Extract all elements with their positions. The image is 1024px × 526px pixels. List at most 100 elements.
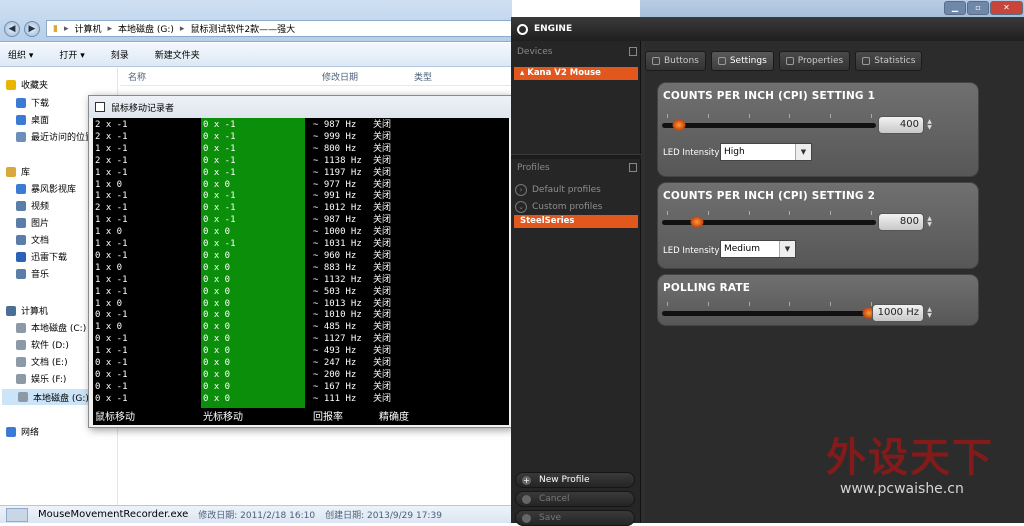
polling-value[interactable]: 1000 Hz xyxy=(872,304,924,322)
column-modified[interactable]: 修改日期 xyxy=(322,70,358,83)
nav-item-label: 收藏夹 xyxy=(21,81,49,91)
nav-item[interactable]: 文档 (E:) xyxy=(16,355,68,368)
column-name[interactable]: 名称 xyxy=(128,70,146,83)
open-button[interactable]: 打开 ▾ xyxy=(59,48,84,61)
nav-item[interactable]: 音乐 xyxy=(16,267,49,280)
precision-cell: 关闭 xyxy=(373,215,392,226)
recorder-titlebar[interactable]: 鼠标移动记录者 xyxy=(89,96,511,118)
precision-cell: 关闭 xyxy=(373,393,392,404)
profile-group-custom[interactable]: ⌄ Custom profiles xyxy=(515,201,602,213)
nav-item[interactable]: 最近访问的位置 xyxy=(16,130,94,143)
pin-icon[interactable] xyxy=(629,163,637,172)
nav-item[interactable]: 图片 xyxy=(16,216,49,229)
mouse-move-cell: 1 x 0 xyxy=(95,322,123,333)
report-rate-cell: ~ 1197 Hz xyxy=(313,167,362,178)
computer-icon xyxy=(6,305,16,316)
recorder-row: 0 x -1 0 x 0 ~ 200 Hz 关闭 xyxy=(93,370,509,381)
burn-button[interactable]: 刻录 xyxy=(111,48,129,61)
cpi2-spinner-icon[interactable]: ▲ ▼ xyxy=(926,216,933,228)
cpi2-value[interactable]: 800 xyxy=(878,213,924,231)
forward-button[interactable]: ▶ xyxy=(24,21,40,37)
new-folder-button[interactable]: 新建文件夹 xyxy=(155,48,200,61)
polling-spinner-icon[interactable]: ▲ ▼ xyxy=(926,307,933,319)
cpi1-value[interactable]: 400 xyxy=(878,116,924,134)
new-profile-button[interactable]: + New Profile xyxy=(515,472,635,488)
nav-item[interactable]: 视频 xyxy=(16,199,49,212)
nav-item[interactable]: 网络 xyxy=(6,425,39,438)
cancel-button[interactable]: Cancel xyxy=(515,491,635,507)
nav-item[interactable]: 下载 xyxy=(16,96,49,109)
chevron-right-icon: › xyxy=(515,184,527,196)
cpi2-slider[interactable] xyxy=(662,211,876,228)
nav-item[interactable]: 本地磁盘 (C:) xyxy=(16,321,86,334)
nav-item[interactable]: 软件 (D:) xyxy=(16,338,69,351)
breadcrumb-item[interactable]: 本地磁盘 (G:) xyxy=(118,22,174,35)
nav-item[interactable]: 娱乐 (F:) xyxy=(16,372,66,385)
organize-button[interactable]: 组织 ▾ xyxy=(8,48,33,61)
precision-cell: 关闭 xyxy=(373,381,392,392)
cursor-move-cell: 0 x 0 xyxy=(203,381,231,392)
cursor-move-cell: 0 x 0 xyxy=(203,262,231,273)
video-icon xyxy=(16,200,26,211)
minimize-button[interactable]: ▁ xyxy=(944,1,966,15)
pin-icon[interactable] xyxy=(629,47,637,56)
device-label: Kana V2 Mouse xyxy=(527,68,601,78)
device-item[interactable]: ▴ Kana V2 Mouse xyxy=(514,67,638,80)
slider-tick xyxy=(830,114,831,118)
cpi1-slider[interactable] xyxy=(662,114,876,131)
precision-cell: 关闭 xyxy=(373,239,392,249)
cursor-move-cell: 0 x 0 xyxy=(203,286,231,297)
mouse-move-cell: 1 x -1 xyxy=(95,143,128,154)
chevron-down-icon: ⌄ xyxy=(515,201,527,213)
tab-label: Settings xyxy=(729,56,767,66)
engine-tabs: Buttons Settings Properties Statistics xyxy=(645,51,923,71)
tab-buttons[interactable]: Buttons xyxy=(645,51,706,71)
mouse-move-cell: 0 x -1 xyxy=(95,381,128,392)
nav-item[interactable]: 桌面 xyxy=(16,113,49,126)
report-rate-cell: ~ 200 Hz xyxy=(313,369,357,380)
profile-group-default[interactable]: › Default profiles xyxy=(515,184,601,196)
tab-properties[interactable]: Properties xyxy=(778,51,851,71)
nav-item-label: 图片 xyxy=(31,219,50,229)
close-button[interactable]: ✕ xyxy=(990,1,1023,15)
nav-item[interactable]: 迅雷下载 xyxy=(16,250,67,263)
save-button[interactable]: Save xyxy=(515,510,635,526)
nav-item[interactable]: 文档 xyxy=(16,233,49,246)
cpi1-slider-knob[interactable] xyxy=(672,119,686,131)
breadcrumb-item[interactable]: 鼠标测试软件2款——强大 xyxy=(190,22,295,35)
slider-tick xyxy=(789,114,790,118)
tab-label: Properties xyxy=(797,56,844,66)
tab-settings[interactable]: Settings xyxy=(710,51,774,71)
breadcrumb[interactable]: ▮ ▸ 计算机 ▸ 本地磁盘 (G:) ▸ 鼠标测试软件2款——强大 xyxy=(46,20,512,37)
column-type[interactable]: 类型 xyxy=(414,70,432,83)
breadcrumb-item[interactable]: 计算机 xyxy=(74,22,101,35)
nav-item[interactable]: 库 xyxy=(6,165,30,178)
back-button[interactable]: ◀ xyxy=(4,21,20,37)
nav-item[interactable]: 暴风影视库 xyxy=(16,182,76,195)
desktop-icon xyxy=(16,114,26,125)
precision-cell: 关闭 xyxy=(373,203,392,214)
slider-tick xyxy=(789,302,790,306)
nav-item-label: 软件 (D:) xyxy=(31,341,69,351)
report-rate-cell: ~ 485 Hz xyxy=(313,322,357,333)
profiles-label: Profiles xyxy=(517,163,550,173)
chevron-down-icon: ▼ xyxy=(779,241,795,257)
cpi1-spinner-icon[interactable]: ▲ ▼ xyxy=(926,119,933,131)
polling-slider[interactable] xyxy=(662,302,876,319)
star-icon xyxy=(6,79,16,90)
nav-item[interactable]: 计算机 xyxy=(6,304,48,317)
engine-titlebar[interactable]: ENGINE xyxy=(511,17,1024,41)
footer-mouse-move: 鼠标移动 xyxy=(95,412,135,423)
cpi2-led-select[interactable]: Medium ▼ xyxy=(720,240,796,258)
mouse-move-cell: 0 x -1 xyxy=(95,334,128,345)
cpi1-led-select[interactable]: High ▼ xyxy=(720,143,812,161)
new-profile-label: New Profile xyxy=(539,475,590,485)
nav-item[interactable]: 收藏夹 xyxy=(6,78,48,91)
precision-cell: 关闭 xyxy=(373,322,392,333)
mouse-move-cell: 2 x -1 xyxy=(95,120,128,130)
recorder-row: 2 x -1 0 x -1 ~ 1138 Hz 关闭 xyxy=(93,156,509,167)
cpi2-slider-knob[interactable] xyxy=(690,216,704,228)
profile-item-steelseries[interactable]: SteelSeries xyxy=(514,215,638,228)
tab-statistics[interactable]: Statistics xyxy=(855,51,923,71)
maximize-button[interactable]: ▫ xyxy=(967,1,989,15)
